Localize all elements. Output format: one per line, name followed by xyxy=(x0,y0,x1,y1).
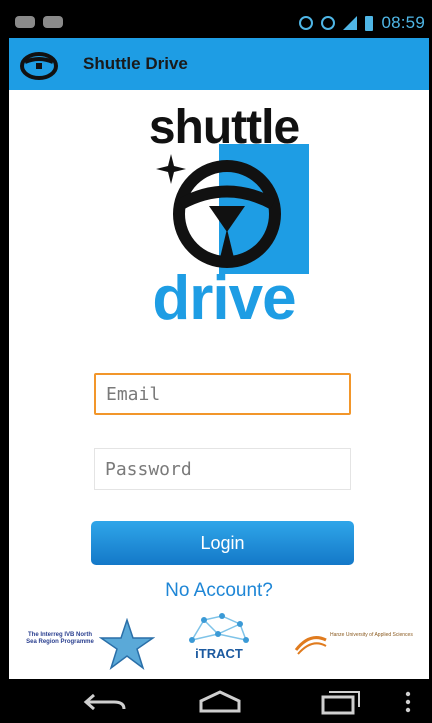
hanze-mark-icon xyxy=(294,636,327,655)
interreg-logo: The Interreg IVB North Sea Region Progra… xyxy=(19,618,159,670)
partner-logos: The Interreg IVB North Sea Region Progra… xyxy=(9,612,429,672)
steering-wheel-icon[interactable] xyxy=(19,44,59,84)
network-icon xyxy=(189,613,249,643)
password-field[interactable] xyxy=(94,448,351,490)
notification-icons xyxy=(15,16,63,28)
app-bar: Shuttle Drive xyxy=(9,38,429,90)
notification-icon xyxy=(15,16,35,28)
brand-steering-wheel-icon xyxy=(156,144,309,274)
interreg-logo-text: The Interreg IVB North Sea Region Progra… xyxy=(26,632,94,645)
sync-icon xyxy=(299,16,314,30)
recents-icon[interactable] xyxy=(315,689,365,715)
system-icons: 08:59 xyxy=(299,13,425,33)
login-button[interactable]: Login xyxy=(91,521,354,565)
starfish-icon xyxy=(99,618,155,670)
status-bar: 08:59 xyxy=(9,8,429,38)
brand-logo: shuttle drive xyxy=(119,104,329,330)
clock: 08:59 xyxy=(381,13,425,32)
battery-icon xyxy=(365,15,374,31)
overflow-menu-icon[interactable] xyxy=(398,689,418,715)
back-icon[interactable] xyxy=(80,689,130,715)
navigation-bar xyxy=(0,679,432,723)
itract-logo: iTRACT xyxy=(184,612,254,668)
brand-word-bottom: drive xyxy=(152,264,296,333)
login-screen: shuttle drive Login No Account? The Inte… xyxy=(9,90,429,679)
itract-logo-text: iTRACT xyxy=(195,646,243,661)
email-field[interactable] xyxy=(94,373,351,415)
no-account-link[interactable]: No Account? xyxy=(9,580,429,602)
hanze-logo-text: Hanze University of Applied Sciences xyxy=(330,632,413,638)
signal-icon xyxy=(343,16,358,30)
home-icon[interactable] xyxy=(195,689,245,715)
app-title: Shuttle Drive xyxy=(83,54,188,73)
phone-screen: 08:59 Shuttle Drive shuttle drive Email … xyxy=(0,0,432,723)
android-debug-icon xyxy=(43,16,63,28)
hanze-logo: Hanze University of Applied Sciences xyxy=(294,626,424,662)
alarm-icon xyxy=(321,16,336,30)
